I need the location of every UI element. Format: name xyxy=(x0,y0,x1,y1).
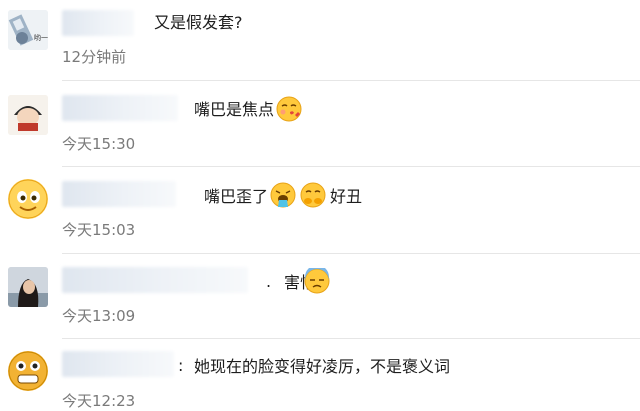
avatar-text: 哟一 xyxy=(34,33,48,42)
comment-item: : 她现在的脸变得好凌厉，不是褒义词 今天12:23 xyxy=(0,339,640,411)
avatar[interactable] xyxy=(8,179,48,219)
comment-time: 今天13:09 xyxy=(62,307,136,325)
scared-emoji-icon xyxy=(304,268,330,294)
comment-time: 今天15:03 xyxy=(62,221,136,239)
avatar-image xyxy=(8,267,48,307)
avatar[interactable] xyxy=(8,267,48,307)
avatar[interactable] xyxy=(8,95,48,135)
comment-text: 她现在的脸变得好凌厉，不是褒义词 xyxy=(194,357,451,376)
comment-text-2: 好丑 xyxy=(330,187,363,206)
comment-text: 又是假发套? xyxy=(154,13,243,32)
username-blurred[interactable] xyxy=(62,10,134,36)
comment-text: 嘴巴歪了 xyxy=(204,187,269,206)
username-blurred[interactable] xyxy=(62,351,174,377)
username-blurred[interactable] xyxy=(62,267,248,293)
avatar-image: 哟一 xyxy=(8,10,48,50)
comment-time: 12分钟前 xyxy=(62,48,127,66)
avatar[interactable] xyxy=(8,351,48,391)
kiss-emoji-icon xyxy=(276,96,302,122)
comment-item: . 害怕 今天13:09 xyxy=(0,254,640,339)
avatar-image xyxy=(8,179,48,219)
comment-prefix: : xyxy=(178,356,184,375)
avatar-image xyxy=(8,95,48,135)
shy-emoji-icon xyxy=(300,182,326,208)
username-blurred[interactable] xyxy=(62,181,176,207)
avatar[interactable]: 哟一 xyxy=(8,10,48,50)
comment-prefix: . xyxy=(266,272,272,291)
comment-time: 今天12:23 xyxy=(62,392,136,410)
vomit-emoji-icon xyxy=(270,182,296,208)
comment-item: 哟一 又是假发套? 12分钟前 xyxy=(0,0,640,81)
comment-item: 嘴巴歪了 好丑 今天15:03 xyxy=(0,167,640,254)
username-blurred[interactable] xyxy=(62,95,178,121)
comment-time: 今天15:30 xyxy=(62,135,136,153)
comment-text: 嘴巴是焦点 xyxy=(194,100,275,119)
comment-item: 嘴巴是焦点 今天15:30 xyxy=(0,81,640,167)
avatar-image xyxy=(8,351,48,391)
